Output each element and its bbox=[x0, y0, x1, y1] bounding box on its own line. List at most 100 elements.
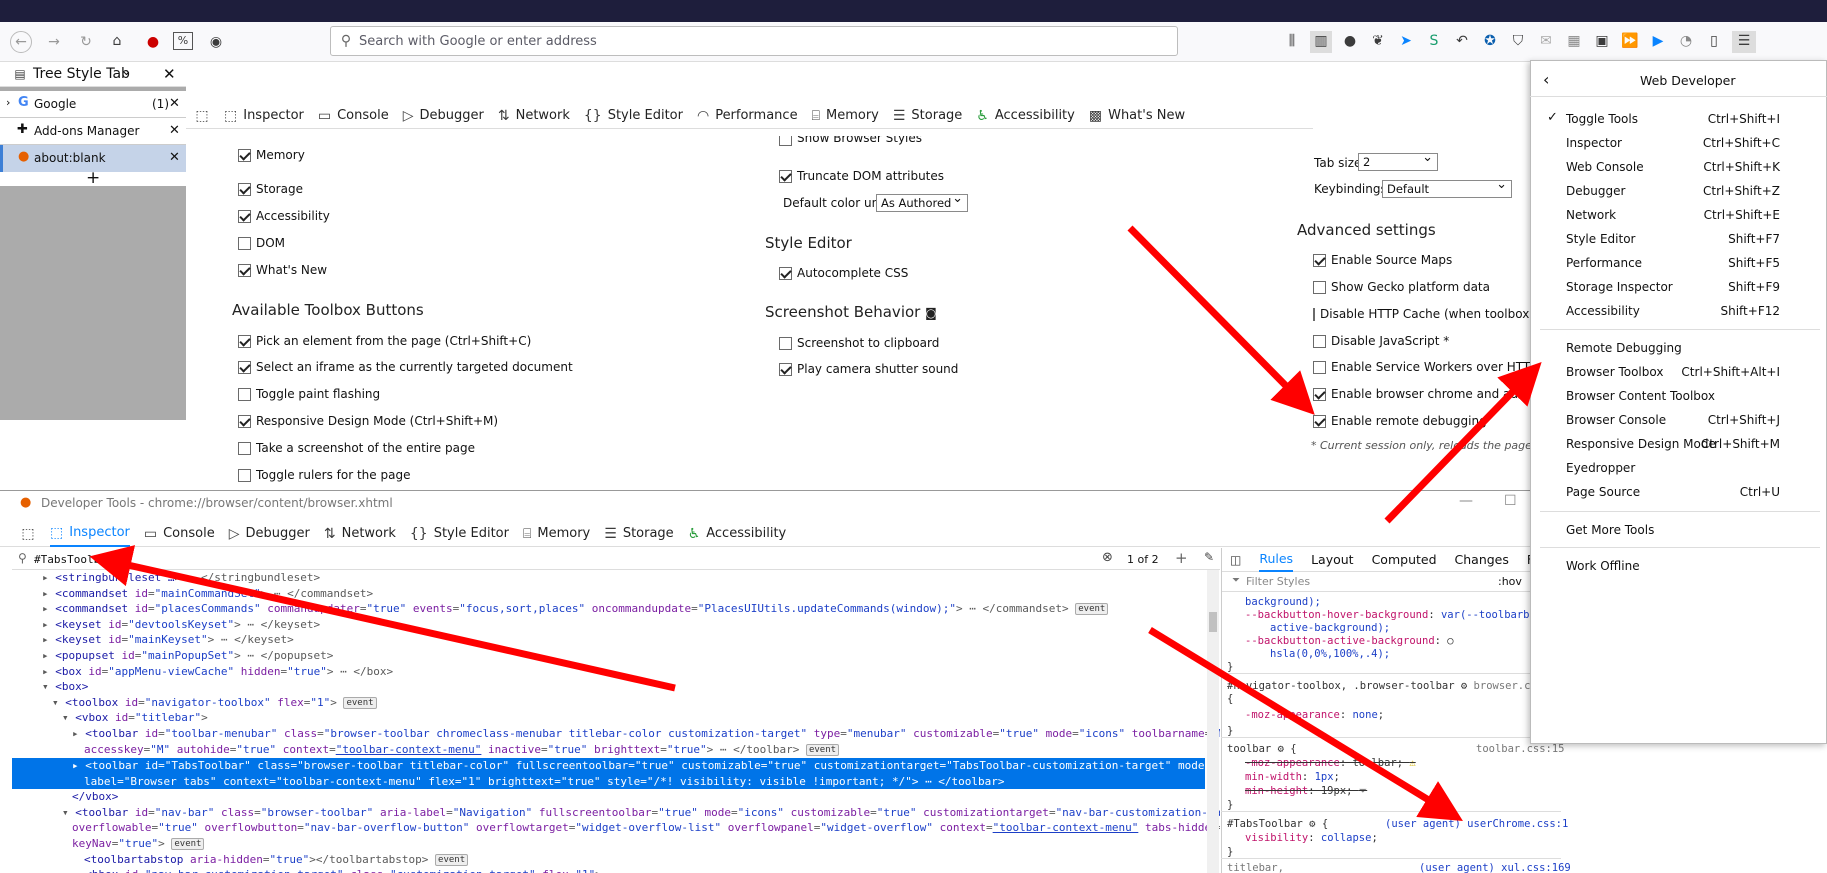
checkbox[interactable] bbox=[779, 362, 792, 376]
addon-icon[interactable]: ❦ bbox=[1368, 31, 1388, 53]
tree-line-selected[interactable]: ▸ <toolbar id="TabsToolbar" class="brows… bbox=[72, 758, 1220, 774]
menu-browser-console[interactable]: Browser Console Ctrl+Shift+J bbox=[1566, 412, 1788, 428]
checkbox[interactable] bbox=[238, 182, 251, 196]
tree-line[interactable]: ▾ <toolbox id="navigator-toolbox" flex="… bbox=[52, 695, 377, 711]
maximize-icon[interactable]: ☐ bbox=[1504, 493, 1517, 509]
sidebar-title[interactable]: Tree Style Tab bbox=[33, 66, 130, 82]
filter-styles[interactable]: ⏷ Filter Styles :hov bbox=[1222, 572, 1581, 592]
checkbox[interactable] bbox=[779, 266, 792, 280]
menu-performance[interactable]: Performance Shift+F5 bbox=[1566, 255, 1788, 271]
library-icon[interactable]: ⫼ bbox=[1282, 31, 1302, 53]
css-selector[interactable]: #navigator-toolbox, .browser-toolbar ⚙ b… bbox=[1227, 680, 1543, 692]
checkbox[interactable] bbox=[1313, 334, 1326, 348]
tab-whats-new[interactable]: ▩ What's New bbox=[1089, 106, 1185, 126]
tree-line[interactable]: ▾ <box> bbox=[42, 679, 88, 695]
pointer-icon[interactable]: ➤ bbox=[1396, 31, 1416, 53]
option-screenshot-page[interactable]: Take a screenshot of the entire page bbox=[238, 440, 475, 456]
markup-scrollbar[interactable] bbox=[1207, 570, 1219, 873]
tab-layout[interactable]: Layout bbox=[1311, 552, 1354, 567]
back-chevron-icon[interactable]: ‹ bbox=[1543, 70, 1549, 89]
menu-inspector[interactable]: Inspector Ctrl+Shift+C bbox=[1566, 135, 1788, 151]
notes-icon[interactable]: ▯ bbox=[1704, 31, 1724, 53]
close-sidebar-icon[interactable]: ✕ bbox=[163, 65, 176, 83]
menu-browser-content-toolbox[interactable]: Browser Content Toolbox bbox=[1566, 388, 1788, 404]
tab-style-editor[interactable]: {} Style Editor bbox=[584, 106, 683, 126]
tab-performance[interactable]: ◠ Performance bbox=[697, 106, 798, 126]
checkbox[interactable] bbox=[238, 334, 251, 348]
minimize-icon[interactable]: — bbox=[1459, 493, 1473, 509]
tab-style-editor[interactable]: {} Style Editor bbox=[410, 524, 509, 544]
menu-debugger[interactable]: Debugger Ctrl+Shift+Z bbox=[1566, 183, 1788, 199]
new-tab-icon[interactable]: + bbox=[86, 168, 100, 188]
privacy-icon[interactable]: ◉ bbox=[206, 32, 226, 52]
tab-debugger[interactable]: ▷ Debugger bbox=[229, 524, 310, 544]
tree-line[interactable]: ▸ <popupset id="mainPopupSet"> ⋯ </popup… bbox=[42, 648, 333, 664]
option-browser-chrome-debugging[interactable]: Enable browser chrome and add-on bbox=[1313, 386, 1545, 402]
timer-icon[interactable]: ◔ bbox=[1676, 31, 1696, 53]
tree-line[interactable]: ▸ <stringbundleset …> ⋯ </stringbundlese… bbox=[42, 570, 320, 586]
tab-item-google[interactable]: › G Google (1) ✕ bbox=[0, 91, 186, 118]
option-source-maps[interactable]: Enable Source Maps bbox=[1313, 252, 1452, 268]
twisty-icon[interactable]: › bbox=[6, 96, 10, 109]
menu-storage-inspector[interactable]: Storage Inspector Shift+F9 bbox=[1566, 279, 1788, 295]
option-accessibility[interactable]: Accessibility bbox=[238, 208, 330, 224]
checkbox[interactable] bbox=[238, 236, 251, 250]
option-select-iframe[interactable]: Select an iframe as the currently target… bbox=[238, 359, 573, 375]
menu-accessibility[interactable]: Accessibility Shift+F12 bbox=[1566, 303, 1788, 319]
checkbox[interactable] bbox=[779, 169, 792, 183]
mail-icon[interactable]: ✉ bbox=[1536, 31, 1556, 53]
tree-line[interactable]: <toolbartabstop aria-hidden="true"></too… bbox=[84, 852, 469, 868]
menu-style-editor[interactable]: Style Editor Shift+F7 bbox=[1566, 231, 1788, 247]
back-icon[interactable]: ← bbox=[10, 31, 32, 53]
tree-line[interactable]: ▸ <commandset id="mainCommandSet"> ⋯ </c… bbox=[42, 586, 373, 602]
hov-toggle[interactable]: :hov bbox=[1498, 575, 1522, 588]
tree-line[interactable]: ▾ <toolbar id="nav-bar" class="browser-t… bbox=[62, 805, 1220, 821]
picker-icon[interactable]: ⬚ bbox=[20, 524, 36, 544]
tree-line[interactable]: ▸ <hbox id="nav-bar-customization-target… bbox=[72, 867, 602, 873]
option-camera-sound[interactable]: Play camera shutter sound bbox=[779, 361, 958, 377]
add-node-icon[interactable]: + bbox=[1175, 549, 1188, 567]
tab-rules[interactable]: Rules bbox=[1259, 548, 1294, 572]
inspector-search[interactable]: ⚲ #TabsToolbar ⊗ 1 of 2 + ✎ bbox=[12, 549, 1220, 570]
option-pick-element[interactable]: Pick an element from the page (Ctrl+Shif… bbox=[238, 333, 531, 349]
shield-icon[interactable]: ⛉ bbox=[1508, 31, 1528, 53]
checkbox[interactable] bbox=[1313, 307, 1315, 321]
tab-storage[interactable]: ☰ Storage bbox=[893, 106, 962, 126]
tab-storage[interactable]: ☰ Storage bbox=[604, 524, 673, 544]
tab-computed[interactable]: Computed bbox=[1372, 552, 1437, 567]
option-autocomplete-css[interactable]: Autocomplete CSS bbox=[779, 265, 908, 281]
option-toggle-rulers[interactable]: Toggle rulers for the page bbox=[238, 467, 410, 483]
keybindings-select[interactable]: Default bbox=[1382, 177, 1512, 198]
tab-inspector[interactable]: ⬚ Inspector bbox=[224, 106, 304, 126]
tree-line[interactable]: ▸ <keyset id="devtoolsKeyset"> ⋯ </keyse… bbox=[42, 617, 320, 633]
checkbox[interactable] bbox=[1313, 253, 1326, 267]
option-paint-flashing[interactable]: Toggle paint flashing bbox=[238, 386, 380, 402]
tab-memory[interactable]: ⌸ Memory bbox=[812, 106, 879, 126]
option-storage[interactable]: Storage bbox=[238, 181, 303, 197]
tab-network[interactable]: ⇅ Network bbox=[498, 106, 570, 126]
checkbox[interactable] bbox=[238, 209, 251, 223]
tab-memory[interactable]: ⌸ Memory bbox=[523, 524, 590, 544]
menu-network[interactable]: Network Ctrl+Shift+E bbox=[1566, 207, 1788, 223]
menu-browser-toolbox[interactable]: Browser Toolbox Ctrl+Shift+Alt+I bbox=[1566, 364, 1788, 380]
checkbox[interactable] bbox=[238, 263, 251, 277]
checkbox[interactable] bbox=[238, 468, 251, 482]
checkbox[interactable] bbox=[1313, 387, 1326, 401]
tab-accessibility[interactable]: ♿ Accessibility bbox=[976, 106, 1075, 126]
checkbox[interactable] bbox=[779, 136, 792, 146]
percent-icon[interactable]: % bbox=[173, 32, 193, 50]
tree-line[interactable]: ▸ <commandset id="placesCommands" comman… bbox=[42, 601, 1109, 617]
menu-eyedropper[interactable]: Eyedropper bbox=[1566, 460, 1788, 476]
fast-forward-icon[interactable]: ⏩ bbox=[1620, 31, 1640, 53]
close-tab-icon[interactable]: ✕ bbox=[169, 96, 180, 111]
css-selector[interactable]: #TabsToolbar ⚙ {(user agent) userChrome.… bbox=[1227, 818, 1568, 830]
option-memory[interactable]: Memory bbox=[238, 147, 305, 163]
tab-network[interactable]: ⇅ Network bbox=[324, 524, 396, 544]
tab-console[interactable]: ▭ Console bbox=[144, 524, 215, 544]
reload-icon[interactable]: ↻ bbox=[76, 32, 96, 52]
home-icon[interactable]: ⌂ bbox=[107, 31, 127, 51]
search-value[interactable]: #TabsToolbar bbox=[34, 553, 113, 566]
scroll-thumb[interactable] bbox=[1209, 612, 1217, 632]
checkbox[interactable] bbox=[779, 336, 792, 350]
option-gecko-data[interactable]: Show Gecko platform data bbox=[1313, 279, 1490, 295]
